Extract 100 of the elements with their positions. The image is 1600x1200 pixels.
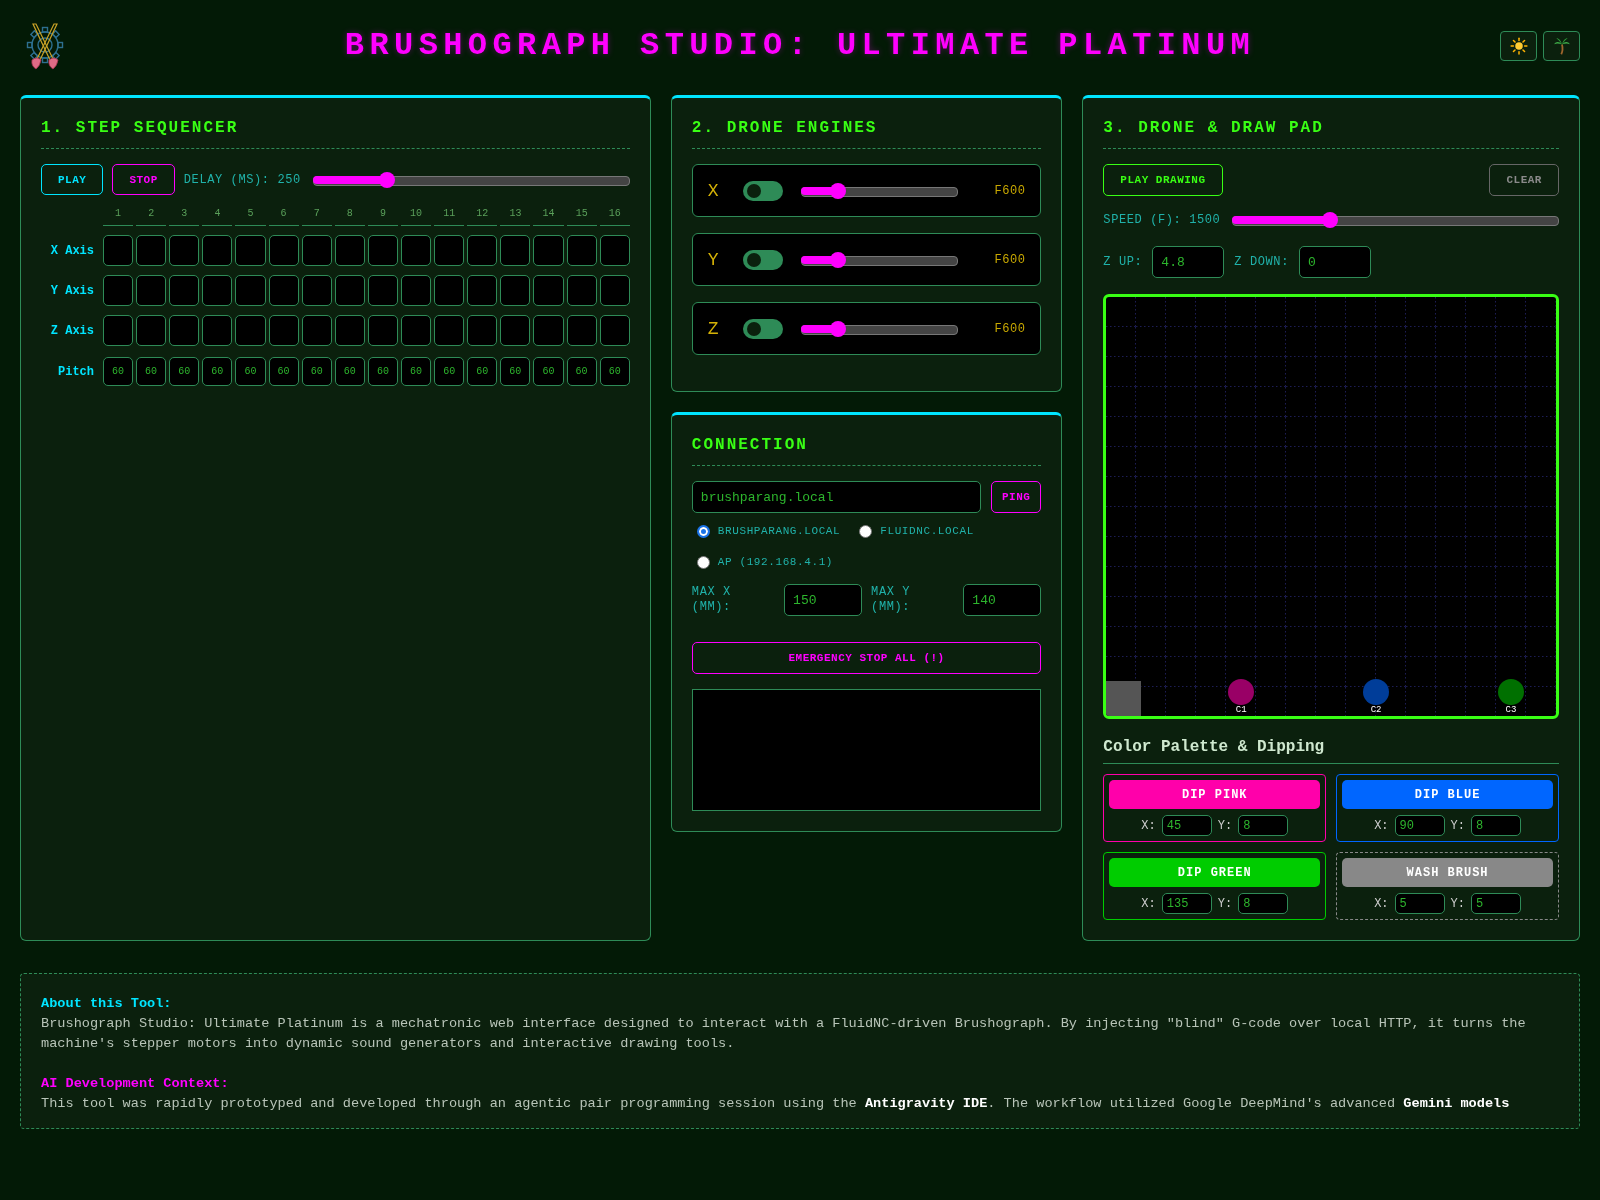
radio-button[interactable] <box>696 524 710 538</box>
step-cell[interactable] <box>169 315 200 346</box>
step-cell[interactable] <box>334 275 365 306</box>
sun-button[interactable] <box>1500 30 1537 61</box>
pitch-field[interactable]: 60 <box>566 357 597 386</box>
z-field[interactable]: 0 <box>1298 246 1371 278</box>
pitch-field[interactable]: 60 <box>202 357 233 386</box>
pitch-field[interactable]: 60 <box>136 357 167 386</box>
host-option[interactable]: AP (192.168.4.1) <box>696 554 834 570</box>
speed-slider[interactable] <box>1232 211 1559 229</box>
step-cell[interactable] <box>467 235 498 266</box>
stop-button[interactable]: STOP <box>112 164 175 195</box>
feed-slider[interactable] <box>800 319 958 338</box>
step-cell[interactable] <box>599 275 630 306</box>
step-cell[interactable] <box>202 315 233 346</box>
step-cell[interactable] <box>202 235 233 266</box>
coordinate-field[interactable]: 5 <box>1394 893 1445 915</box>
emergency-stop-button[interactable]: EMERGENCY STOP ALL (!) <box>691 642 1042 674</box>
wash-button[interactable]: WASH BRUSH <box>1342 858 1553 888</box>
step-cell[interactable] <box>136 235 167 266</box>
palm-tree-button[interactable] <box>1543 30 1580 61</box>
step-cell[interactable] <box>566 315 597 346</box>
step-cell[interactable] <box>367 275 398 306</box>
step-cell[interactable] <box>268 315 299 346</box>
drawing-pad[interactable]: C1 C2 C3 <box>1103 294 1559 720</box>
step-cell[interactable] <box>301 235 332 266</box>
feed-slider[interactable] <box>800 250 958 269</box>
step-cell[interactable] <box>467 315 498 346</box>
radio-button[interactable] <box>696 555 710 569</box>
step-cell[interactable] <box>136 315 167 346</box>
pitch-field[interactable]: 60 <box>301 357 332 386</box>
pitch-field[interactable]: 60 <box>169 357 200 386</box>
pitch-field[interactable]: 60 <box>334 357 365 386</box>
step-cell[interactable] <box>202 275 233 306</box>
step-cell[interactable] <box>434 275 465 306</box>
step-cell[interactable] <box>235 235 266 266</box>
step-cell[interactable] <box>334 315 365 346</box>
step-cell[interactable] <box>566 275 597 306</box>
toggle-switch[interactable] <box>742 318 783 339</box>
pitch-field[interactable]: 60 <box>599 357 630 386</box>
step-cell[interactable] <box>136 275 167 306</box>
step-cell[interactable] <box>500 275 531 306</box>
coordinate-field[interactable]: 5 <box>1470 893 1521 915</box>
slider-thumb[interactable] <box>379 171 396 188</box>
pitch-field[interactable]: 60 <box>235 357 266 386</box>
step-cell[interactable] <box>103 315 134 346</box>
toggle-switch[interactable] <box>742 180 783 201</box>
play-drawing-button[interactable]: PLAY DRAWING <box>1103 164 1223 196</box>
pitch-field[interactable]: 60 <box>434 357 465 386</box>
coordinate-field[interactable]: 8 <box>1238 815 1289 837</box>
slider-thumb[interactable] <box>830 182 847 199</box>
step-cell[interactable] <box>500 315 531 346</box>
step-cell[interactable] <box>367 235 398 266</box>
delay-slider[interactable] <box>312 170 630 189</box>
step-cell[interactable] <box>533 275 564 306</box>
radio-button[interactable] <box>859 524 873 538</box>
step-cell[interactable] <box>599 315 630 346</box>
step-cell[interactable] <box>401 315 432 346</box>
step-cell[interactable] <box>401 235 432 266</box>
step-cell[interactable] <box>599 235 630 266</box>
dip-button[interactable]: DIP PINK <box>1109 780 1321 810</box>
slider-thumb[interactable] <box>830 251 847 268</box>
pitch-field[interactable]: 60 <box>268 357 299 386</box>
step-cell[interactable] <box>533 315 564 346</box>
ping-button[interactable]: PING <box>990 481 1042 513</box>
step-cell[interactable] <box>268 235 299 266</box>
clear-button[interactable]: CLEAR <box>1489 164 1559 196</box>
step-cell[interactable] <box>334 235 365 266</box>
step-cell[interactable] <box>367 315 398 346</box>
step-cell[interactable] <box>566 235 597 266</box>
step-cell[interactable] <box>235 275 266 306</box>
step-cell[interactable] <box>103 275 134 306</box>
z-field[interactable]: 4.8 <box>1152 246 1225 278</box>
step-cell[interactable] <box>533 235 564 266</box>
pitch-field[interactable]: 60 <box>367 357 398 386</box>
limit-field[interactable]: 140 <box>963 584 1042 616</box>
coordinate-field[interactable]: 8 <box>1238 893 1289 915</box>
step-cell[interactable] <box>434 235 465 266</box>
step-cell[interactable] <box>235 315 266 346</box>
coordinate-field[interactable]: 135 <box>1161 893 1212 915</box>
step-cell[interactable] <box>467 275 498 306</box>
pitch-field[interactable]: 60 <box>401 357 432 386</box>
coordinate-field[interactable]: 45 <box>1161 815 1212 837</box>
step-cell[interactable] <box>301 275 332 306</box>
feed-slider[interactable] <box>800 181 958 200</box>
pitch-field[interactable]: 60 <box>467 357 498 386</box>
limit-field[interactable]: 150 <box>784 584 863 616</box>
coordinate-field[interactable]: 90 <box>1394 815 1445 837</box>
slider-thumb[interactable] <box>830 320 847 337</box>
slider-thumb[interactable] <box>1322 212 1339 228</box>
step-cell[interactable] <box>401 275 432 306</box>
dip-button[interactable]: DIP BLUE <box>1342 780 1553 810</box>
step-cell[interactable] <box>169 275 200 306</box>
host-option[interactable]: FLUIDNC.LOCAL <box>859 523 974 539</box>
host-option[interactable]: BRUSHPARANG.LOCAL <box>696 523 841 539</box>
step-cell[interactable] <box>301 315 332 346</box>
step-cell[interactable] <box>434 315 465 346</box>
pitch-field[interactable]: 60 <box>500 357 531 386</box>
host-field[interactable]: brushparang.local <box>691 481 981 513</box>
step-cell[interactable] <box>103 235 134 266</box>
